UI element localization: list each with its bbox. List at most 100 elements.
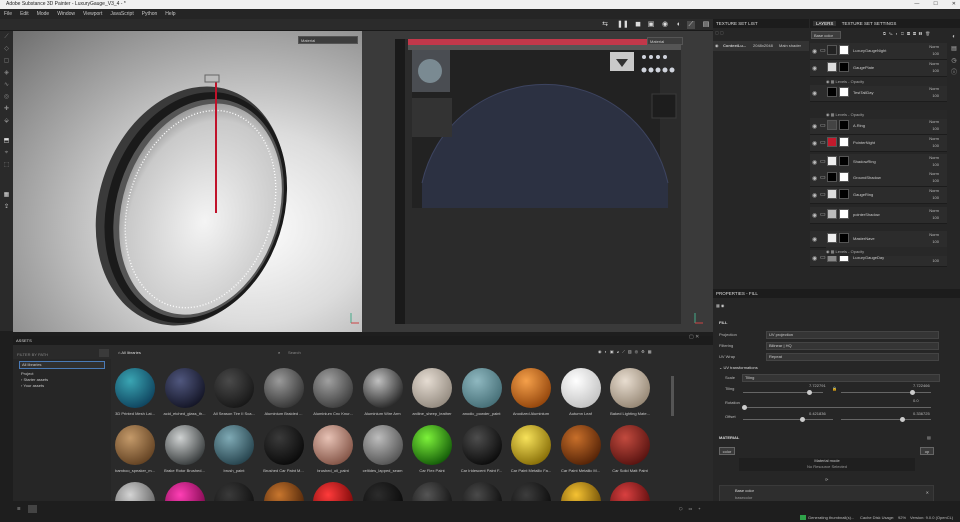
layer-row[interactable]: ◉ ▭ GaugeRing Norm 100 — [810, 187, 947, 204]
channel-dropdown[interactable]: Base color — [811, 31, 841, 39]
picker-icon[interactable]: ✚ — [0, 103, 13, 115]
offset-slider-v[interactable] — [841, 419, 931, 420]
info-icon[interactable]: ⓘ — [948, 67, 960, 79]
bake-icon[interactable]: ▦ — [0, 189, 13, 201]
eye-icon[interactable]: ◉ — [812, 175, 817, 182]
swap-icon[interactable]: ⇆ — [601, 21, 609, 29]
layer-opacity[interactable]: 100 — [932, 162, 939, 167]
blend-mode[interactable]: Norm — [929, 208, 939, 213]
eraser-icon[interactable]: ◇ — [0, 43, 13, 55]
asset-swatch[interactable]: Aluminium Cnc Knur... — [311, 368, 355, 416]
scale-dropdown[interactable]: Tiling — [742, 374, 940, 382]
layer-row[interactable]: ◉ ▭ A.Ring Norm 100 — [810, 118, 947, 135]
menu-mode[interactable]: Mode — [37, 11, 50, 17]
eye-icon[interactable]: ◉ — [812, 236, 817, 243]
asset-swatch[interactable]: Aluminium Wire Arm — [361, 368, 405, 416]
asset-swatch[interactable]: Brake Rotor Brushed... — [163, 425, 207, 473]
screenshot-icon[interactable]: ◉ — [661, 21, 669, 29]
uvwrap-dropdown[interactable]: Repeat — [766, 353, 939, 361]
layer-row[interactable]: ◉ ▭ ShadowRing Norm 100 — [810, 154, 947, 171]
polygon-fill-icon[interactable]: ⬒ — [0, 135, 13, 147]
asset-swatch[interactable] — [608, 482, 652, 501]
uv-transformations-header[interactable]: ⌄ UV transformations — [719, 365, 758, 370]
menu-help[interactable]: Help — [165, 11, 175, 17]
eye-icon[interactable]: ◉ — [812, 65, 817, 72]
asset-swatch[interactable]: Autumn Leaf — [559, 368, 603, 416]
asset-swatch[interactable]: Car Flex Paint — [410, 425, 454, 473]
offset-handle-u[interactable] — [800, 417, 805, 422]
layer-row[interactable]: ◉ ▭ PointerNight Norm 100 — [810, 135, 947, 152]
asset-swatch[interactable]: Brushed Car Paint M... — [262, 425, 306, 473]
menu-javascript[interactable]: JavaScript — [110, 11, 133, 17]
texture-set-tools[interactable]: ▢ ▢ — [715, 30, 724, 35]
paint-icon[interactable]: ⟋ — [687, 21, 695, 29]
maximize-icon[interactable]: ☐ — [933, 0, 937, 9]
eye-icon[interactable]: ◉ — [812, 123, 817, 130]
grid-view-icon[interactable] — [28, 505, 37, 513]
eye-icon[interactable]: ◉ — [812, 48, 817, 55]
levels-effect[interactable]: ◉ ▦ Levels - Opacity — [826, 247, 947, 256]
asset-swatch[interactable]: Car Paint Metallic M... — [559, 425, 603, 473]
asset-actions[interactable]: ⬡▭+ — [679, 506, 707, 511]
filtering-dropdown[interactable]: Bilinear | HQ — [766, 342, 939, 350]
scrollbar[interactable] — [671, 376, 674, 416]
offset-handle-v[interactable] — [900, 417, 905, 422]
asset-swatch[interactable] — [361, 482, 405, 501]
layer-opacity[interactable]: 100 — [932, 215, 939, 220]
material-mode-box[interactable]: Material mode No Resource Selected — [739, 458, 915, 471]
asset-swatch[interactable]: brushed_oil_paint — [311, 425, 355, 473]
minimize-icon[interactable]: — — [914, 0, 919, 9]
blend-mode[interactable]: Norm — [929, 188, 939, 193]
layer-opacity[interactable]: 100 — [932, 143, 939, 148]
asset-swatch[interactable]: brush_paint — [212, 425, 256, 473]
layer-opacity[interactable]: 100 — [932, 68, 939, 73]
material-picker-icon[interactable]: ⌖ — [0, 147, 13, 159]
asset-swatch[interactable] — [212, 482, 256, 501]
blend-mode[interactable]: Norm — [929, 155, 939, 160]
layer-opacity[interactable]: 100 — [932, 126, 939, 131]
render-icon[interactable]: ▣ — [647, 21, 655, 29]
asset-swatch[interactable] — [410, 482, 454, 501]
blend-mode[interactable]: Norm — [929, 171, 939, 176]
asset-swatch[interactable]: Anodized Aluminium — [509, 368, 553, 416]
asset-swatch[interactable]: Baked Lighting Mate... — [608, 368, 652, 416]
asset-swatch[interactable]: 3D Printed Mesh Lat... — [113, 368, 157, 416]
asset-swatch[interactable]: celtides_lapped_seam — [361, 425, 405, 473]
list-view-icon[interactable]: ☰ — [17, 506, 21, 511]
asset-swatch[interactable]: aniline_sheep_leather — [410, 368, 454, 416]
projection-icon[interactable]: ▢ — [0, 55, 13, 67]
blend-mode[interactable]: Norm — [929, 232, 939, 237]
op-button[interactable]: op — [920, 447, 934, 455]
asset-swatch[interactable]: bamboo_speaker_m... — [113, 425, 157, 473]
tree-item-project[interactable]: Project — [21, 371, 103, 376]
selection-icon[interactable]: ⬚ — [0, 159, 13, 171]
brush-icon[interactable]: ⟋ — [0, 31, 13, 43]
camera-icon[interactable]: ◼ — [634, 21, 642, 29]
layer-row[interactable]: ◉ ▭ GroundShadow Norm 100 — [810, 170, 947, 187]
asset-swatch[interactable]: Aluminium Braided ... — [262, 368, 306, 416]
eye-icon[interactable]: ◉ — [812, 255, 817, 262]
refresh-icon[interactable]: ⟳ — [825, 477, 828, 482]
lighting-icon[interactable]: ◐ — [675, 21, 683, 29]
tab-layers[interactable]: LAYERS — [813, 21, 837, 26]
asset-swatch[interactable]: Car Solid Matt Paint — [608, 425, 652, 473]
rotation-handle[interactable] — [742, 405, 747, 410]
blend-mode[interactable]: Norm — [929, 86, 939, 91]
levels-effect[interactable]: ◉ ▦ Levels - Opacity — [826, 77, 947, 86]
eye-icon[interactable]: ◉ — [812, 90, 817, 97]
blend-mode[interactable]: Norm — [929, 61, 939, 66]
color-button[interactable]: color — [719, 447, 735, 455]
material-view-dropdown[interactable]: Material — [298, 36, 358, 44]
clone-icon[interactable]: ◎ — [0, 91, 13, 103]
asset-swatch[interactable]: anodic_powder_paint — [460, 368, 504, 416]
viewer-icon[interactable]: ▤ — [702, 21, 710, 29]
layers-icon[interactable]: ◐ — [948, 31, 960, 43]
eye-icon[interactable]: ◉ — [812, 159, 817, 166]
asset-swatch[interactable] — [163, 482, 207, 501]
geometry-mask-icon[interactable]: ◈ — [0, 67, 13, 79]
material-options-icon[interactable]: ▤ — [927, 435, 931, 440]
levels-effect[interactable]: ◉ ▦ Levels - Opacity — [826, 110, 947, 119]
layer-row[interactable]: ◉ ▭ LuxuryGaugeNight Norm 100 — [810, 43, 947, 60]
layer-row[interactable]: ◉ GaugePlate Norm 100 — [810, 60, 947, 77]
offset-slider-u[interactable] — [743, 419, 833, 420]
